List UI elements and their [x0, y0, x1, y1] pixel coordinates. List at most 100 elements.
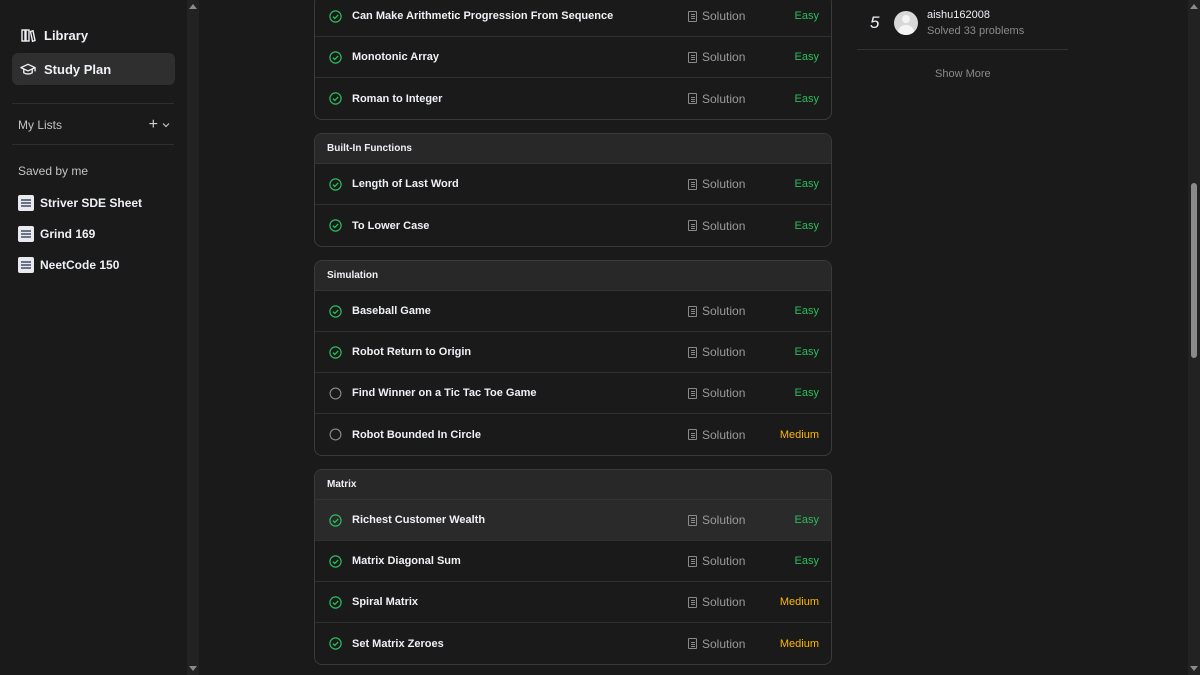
solved-check-icon — [328, 304, 342, 318]
difficulty-badge: Medium — [779, 428, 819, 441]
problem-title[interactable]: To Lower Case — [352, 220, 831, 232]
solution-link[interactable]: Solution — [688, 428, 745, 442]
problem-row[interactable]: Robot Return to Origin Solution Easy — [315, 332, 831, 373]
problem-title[interactable]: Length of Last Word — [352, 178, 831, 190]
problem-row[interactable]: Find Winner on a Tic Tac Toe Game Solutio… — [315, 373, 831, 414]
solved-check-icon — [328, 513, 342, 527]
solution-link[interactable]: Solution — [688, 92, 745, 106]
difficulty-badge: Easy — [794, 178, 819, 190]
group-header: Matrix — [315, 470, 831, 500]
sidebar-divider — [12, 144, 174, 145]
solution-doc-icon — [688, 178, 697, 190]
solution-label: Solution — [702, 50, 746, 64]
problem-title[interactable]: Roman to Integer — [352, 93, 831, 105]
solution-doc-icon — [688, 346, 697, 358]
solution-doc-icon — [688, 51, 697, 63]
saved-list-item[interactable]: NeetCode 150 — [18, 256, 119, 274]
problem-group: Matrix Richest Customer Wealth Solution Eas… — [314, 469, 832, 665]
scroll-down-arrow-icon[interactable] — [189, 666, 197, 671]
add-list-button[interactable]: + — [149, 116, 170, 134]
solution-link[interactable]: Solution — [688, 345, 745, 359]
problem-title[interactable]: Can Make Arithmetic Progression From Seq… — [352, 10, 831, 22]
solved-check-icon — [328, 554, 342, 568]
problem-row[interactable]: Robot Bounded In Circle Solution Medium — [315, 414, 831, 455]
problem-row[interactable]: Can Make Arithmetic Progression From Seq… — [315, 0, 831, 37]
problem-row[interactable]: Roman to Integer Solution Easy — [315, 78, 831, 119]
books-icon — [20, 27, 36, 43]
solution-link[interactable]: Solution — [688, 304, 745, 318]
solution-label: Solution — [702, 386, 746, 400]
scroll-up-arrow-icon[interactable] — [189, 4, 197, 9]
leaderboard-solved-count: Solved 33 problems — [927, 25, 1025, 37]
difficulty-badge: Medium — [779, 596, 819, 608]
avatar[interactable] — [894, 11, 918, 35]
solution-link[interactable]: Solution — [688, 386, 745, 400]
saved-list-label: Striver SDE Sheet — [40, 196, 143, 210]
problem-row[interactable]: Monotonic Array Solution Easy — [315, 37, 831, 78]
solved-check-icon — [328, 9, 342, 23]
problem-title[interactable]: Richest Customer Wealth — [352, 514, 831, 526]
solution-link[interactable]: Solution — [688, 513, 745, 527]
scrollbar-thumb[interactable] — [1191, 183, 1197, 358]
problem-title[interactable]: Robot Bounded In Circle — [352, 429, 831, 441]
problem-group: Built-In Functions Length of Last Word Sol… — [314, 133, 832, 247]
solution-link[interactable]: Solution — [688, 50, 745, 64]
difficulty-badge: Easy — [794, 219, 819, 232]
solution-link[interactable]: Solution — [688, 177, 745, 191]
problem-group: Can Make Arithmetic Progression From Seq… — [314, 0, 832, 120]
solution-link[interactable]: Solution — [688, 219, 745, 233]
leaderboard-rank: 5 — [870, 13, 880, 32]
problem-row[interactable]: Matrix Diagonal Sum Solution Easy — [315, 541, 831, 582]
my-lists-header: My Lists + — [18, 116, 170, 134]
problem-row[interactable]: Richest Customer Wealth Solution Easy — [315, 500, 831, 541]
saved-list-item[interactable]: Grind 169 — [18, 225, 95, 243]
difficulty-badge: Easy — [794, 387, 819, 399]
problem-title[interactable]: Find Winner on a Tic Tac Toe Game — [352, 387, 831, 399]
problem-title[interactable]: Matrix Diagonal Sum — [352, 555, 831, 567]
problem-row[interactable]: Set Matrix Zeroes Solution Medium — [315, 623, 831, 664]
sidebar-divider — [12, 103, 174, 104]
unsolved-circle-icon — [328, 428, 342, 442]
solution-doc-icon — [688, 220, 697, 231]
difficulty-badge: Easy — [794, 346, 819, 358]
solved-check-icon — [328, 637, 342, 651]
problem-row[interactable]: Length of Last Word Solution Easy — [315, 164, 831, 205]
leaderboard-divider — [857, 49, 1068, 50]
solution-label: Solution — [702, 554, 746, 568]
group-header: Built-In Functions — [315, 134, 831, 164]
solution-link[interactable]: Solution — [688, 637, 745, 651]
problem-title[interactable]: Baseball Game — [352, 305, 831, 317]
solution-doc-icon — [688, 555, 697, 567]
scroll-up-arrow-icon[interactable] — [1190, 4, 1198, 9]
solution-link[interactable]: Solution — [688, 9, 745, 23]
problem-title[interactable]: Set Matrix Zeroes — [352, 638, 831, 650]
solution-label: Solution — [702, 218, 746, 233]
problem-row[interactable]: Baseball Game Solution Easy — [315, 291, 831, 332]
problem-row[interactable]: Spiral Matrix Solution Medium — [315, 582, 831, 623]
nav-study-plan[interactable]: Study Plan — [12, 53, 175, 85]
saved-list-label: Grind 169 — [40, 227, 96, 241]
solution-link[interactable]: Solution — [688, 595, 745, 609]
problem-title[interactable]: Spiral Matrix — [352, 596, 831, 608]
solution-label: Solution — [702, 345, 746, 359]
saved-list-item[interactable]: Striver SDE Sheet — [18, 194, 142, 212]
difficulty-badge: Easy — [794, 305, 819, 317]
problem-title[interactable]: Robot Return to Origin — [352, 346, 831, 358]
solution-doc-icon — [688, 305, 697, 317]
leaderboard-username[interactable]: aishu162008 — [927, 9, 990, 21]
problem-title[interactable]: Monotonic Array — [352, 51, 831, 63]
page-scrollbar[interactable] — [1188, 0, 1200, 675]
saved-list-label: NeetCode 150 — [40, 258, 120, 272]
solution-link[interactable]: Solution — [688, 554, 745, 568]
difficulty-badge: Medium — [779, 637, 819, 650]
list-doc-icon — [18, 195, 34, 211]
solution-doc-icon — [688, 10, 697, 22]
nav-library-label: Library — [44, 27, 89, 43]
scroll-down-arrow-icon[interactable] — [1190, 666, 1198, 671]
solution-doc-icon — [688, 387, 697, 399]
sidebar-scrollbar[interactable] — [187, 0, 199, 675]
nav-library[interactable]: Library — [12, 19, 175, 51]
show-more-button[interactable]: Show More — [935, 68, 991, 80]
problem-row[interactable]: To Lower Case Solution Easy — [315, 205, 831, 246]
difficulty-badge: Easy — [794, 51, 819, 63]
